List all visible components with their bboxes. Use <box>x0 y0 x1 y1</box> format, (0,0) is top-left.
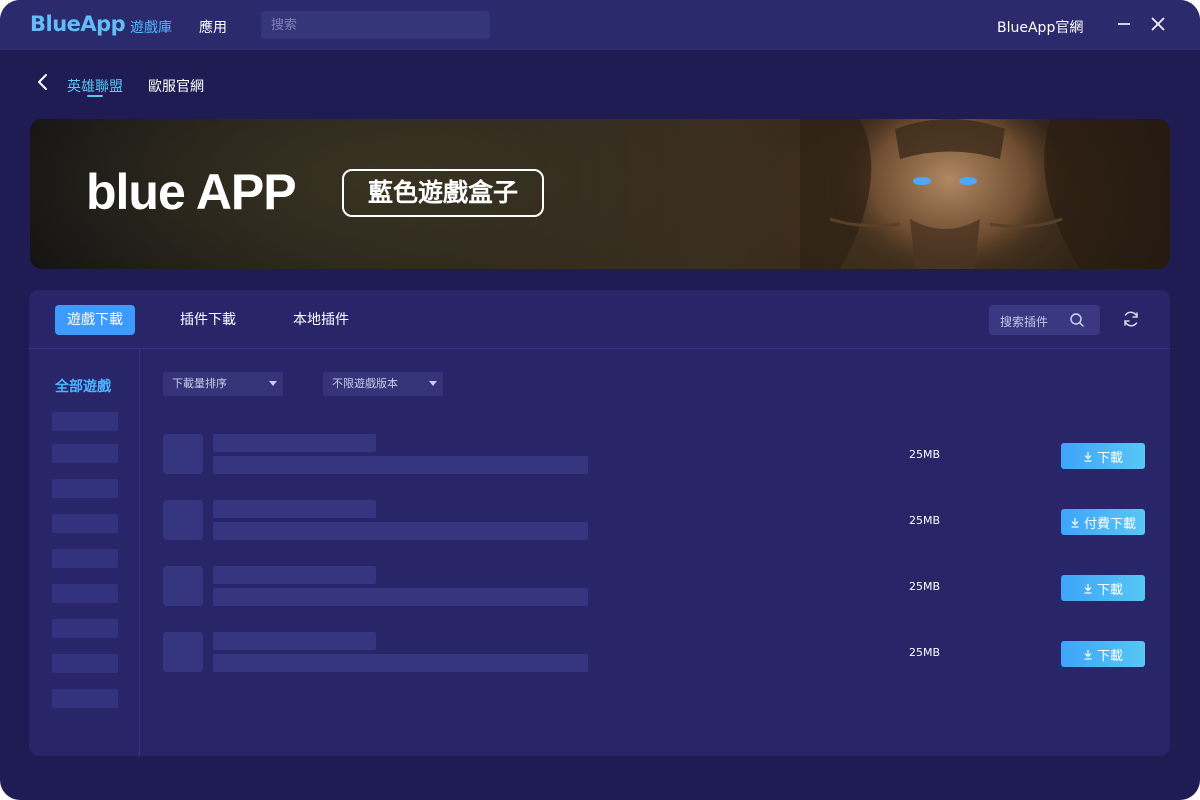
game-list-item: 25MB 下載 <box>163 434 1153 478</box>
game-icon-placeholder <box>163 434 203 474</box>
banner-brand-logo: blue APP <box>86 164 297 220</box>
download-icon <box>1071 517 1079 528</box>
sidebar-item-placeholder[interactable] <box>52 619 118 638</box>
game-size: 25MB <box>909 580 941 593</box>
nav-game-library[interactable]: 遊戲庫 <box>130 17 172 37</box>
game-desc-placeholder <box>213 456 588 474</box>
download-button-label: 下載 <box>1096 648 1123 664</box>
game-desc-placeholder <box>213 654 588 672</box>
caret-down-icon <box>269 381 277 386</box>
active-tab-indicator <box>87 95 103 97</box>
version-dropdown[interactable]: 不限遊戲版本 <box>323 372 443 396</box>
search-input[interactable] <box>261 11 490 39</box>
sidebar-item-placeholder[interactable] <box>52 689 118 708</box>
game-list-item: 25MB 下載 <box>163 632 1153 676</box>
download-icon <box>1084 649 1092 660</box>
download-icon <box>1084 451 1092 462</box>
subtab-eu-official[interactable]: 歐服官網 <box>148 76 204 96</box>
champion-artwork <box>800 119 1170 269</box>
download-button[interactable]: 下載 <box>1061 641 1145 667</box>
download-button-label: 付費下載 <box>1083 516 1136 532</box>
content-panel: 遊戲下載 插件下載 本地插件 搜索插件 全部遊戲 下載量排序 不限遊戲版本 25… <box>29 290 1170 756</box>
game-icon-placeholder <box>163 566 203 606</box>
game-desc-placeholder <box>213 588 588 606</box>
tab-plugin-download[interactable]: 插件下載 <box>168 305 248 335</box>
official-site-link[interactable]: BlueApp官網 <box>997 17 1083 37</box>
refresh-icon[interactable] <box>1121 309 1141 329</box>
sidebar-item-placeholder[interactable] <box>52 444 118 463</box>
download-button[interactable]: 下載 <box>1061 575 1145 601</box>
plugin-search-field[interactable]: 搜索插件 <box>989 305 1100 335</box>
sidebar-item-placeholder[interactable] <box>52 584 118 603</box>
sidebar-item-placeholder[interactable] <box>52 479 118 498</box>
game-title-placeholder <box>213 632 376 650</box>
back-arrow-icon[interactable] <box>34 72 52 92</box>
sidebar-item-placeholder[interactable] <box>52 412 118 431</box>
plugin-search-placeholder: 搜索插件 <box>1000 315 1049 329</box>
version-dropdown-value: 不限遊戲版本 <box>332 377 398 390</box>
app-logo: BlueApp <box>30 12 126 36</box>
sidebar-item-placeholder[interactable] <box>52 654 118 673</box>
download-button[interactable]: 下載 <box>1061 443 1145 469</box>
search-icon[interactable] <box>1069 312 1085 328</box>
tab-game-download[interactable]: 遊戲下載 <box>55 305 135 335</box>
sort-dropdown-value: 下載量排序 <box>172 377 227 390</box>
game-title-placeholder <box>213 434 376 452</box>
sort-dropdown[interactable]: 下載量排序 <box>163 372 283 396</box>
sidebar-item-placeholder[interactable] <box>52 549 118 568</box>
caret-down-icon <box>429 381 437 386</box>
game-list-item: 25MB 付費下載 <box>163 500 1153 544</box>
subtab-lol[interactable]: 英雄聯盟 <box>67 76 123 96</box>
download-button-label: 下載 <box>1096 450 1123 466</box>
game-size: 25MB <box>909 646 941 659</box>
nav-apps[interactable]: 應用 <box>199 17 227 37</box>
game-icon-placeholder <box>163 500 203 540</box>
game-size: 25MB <box>909 514 941 527</box>
download-icon <box>1084 583 1092 594</box>
banner-tagline: 藍色遊戲盒子 <box>342 169 544 217</box>
sidebar-item-all-games[interactable]: 全部遊戲 <box>55 376 111 396</box>
sidebar-item-placeholder[interactable] <box>52 514 118 533</box>
game-size: 25MB <box>909 448 941 461</box>
panel-divider <box>29 348 1170 349</box>
minimize-icon[interactable] <box>1114 14 1134 34</box>
close-icon[interactable] <box>1148 14 1168 34</box>
game-desc-placeholder <box>213 522 588 540</box>
download-button-label: 下載 <box>1096 582 1123 598</box>
paid-download-button[interactable]: 付費下載 <box>1061 509 1145 535</box>
app-window: BlueApp 遊戲庫 應用 BlueApp官網 英雄聯盟 歐服官網 blue … <box>0 0 1200 800</box>
game-title-placeholder <box>213 566 376 584</box>
game-icon-placeholder <box>163 632 203 672</box>
tab-local-plugins[interactable]: 本地插件 <box>281 305 361 335</box>
promo-banner[interactable]: blue APP 藍色遊戲盒子 <box>30 119 1170 269</box>
sidebar-divider <box>139 349 140 756</box>
title-bar: BlueApp 遊戲庫 應用 BlueApp官網 <box>0 0 1200 50</box>
game-title-placeholder <box>213 500 376 518</box>
game-list-item: 25MB 下載 <box>163 566 1153 610</box>
